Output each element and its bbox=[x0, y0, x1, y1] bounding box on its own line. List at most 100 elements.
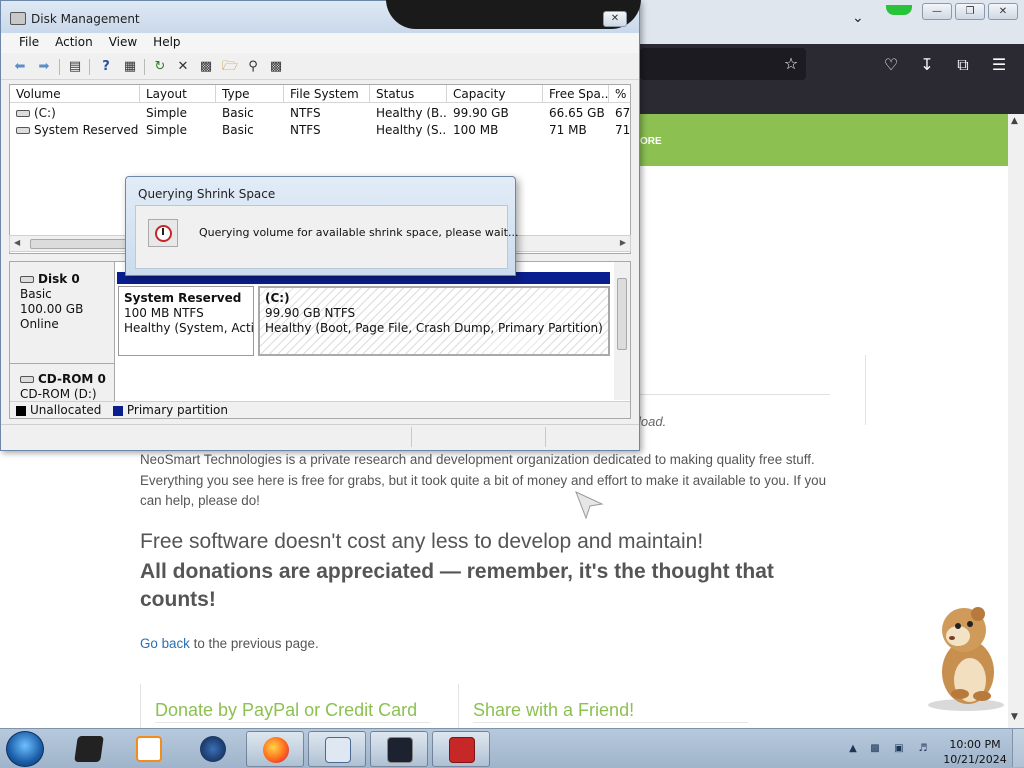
scroll-thumb[interactable] bbox=[30, 239, 140, 249]
cdrom-drive: CD-ROM (D:) bbox=[20, 387, 97, 401]
disk-management-icon bbox=[325, 737, 351, 763]
go-back-link[interactable]: Go back bbox=[140, 636, 190, 651]
partition-system-reserved[interactable]: System Reserved 100 MB NTFS Healthy (Sys… bbox=[118, 286, 254, 356]
settings-grid-icon[interactable]: ▩ bbox=[267, 58, 285, 76]
menu-bar: File Action View Help bbox=[1, 33, 639, 53]
disk-management-titlebar[interactable]: Disk Management ✕ bbox=[1, 0, 912, 33]
close-button[interactable]: ✕ bbox=[988, 3, 1018, 20]
minimize-button[interactable]: — bbox=[922, 3, 952, 20]
headline-secondary: All donations are appreciated — remember… bbox=[140, 560, 774, 611]
cell-percent-free: 71 bbox=[615, 123, 631, 137]
help-icon[interactable]: ? bbox=[97, 58, 115, 76]
disk-graphical-view: Disk 0 Basic 100.00 GB Online System Res… bbox=[9, 261, 631, 419]
taskbar-app-toolbox[interactable] bbox=[432, 731, 490, 767]
taskbar-app-terminal[interactable] bbox=[370, 731, 428, 767]
firefox-icon bbox=[263, 737, 289, 763]
column-header-status[interactable]: Status bbox=[370, 85, 447, 103]
column-header-capacity[interactable]: Capacity bbox=[447, 85, 543, 103]
menu-view[interactable]: View bbox=[101, 33, 145, 53]
cdrom-icon bbox=[20, 376, 34, 383]
toolbox-icon bbox=[449, 737, 475, 763]
disk-0-label[interactable]: Disk 0 Basic 100.00 GB Online bbox=[10, 262, 115, 364]
refresh-icon[interactable]: ↻ bbox=[151, 58, 169, 76]
properties-grid-icon[interactable]: ▦ bbox=[121, 58, 139, 76]
cell-free-space: 66.65 GB bbox=[549, 106, 605, 120]
cell-volume: (C:) bbox=[34, 106, 56, 120]
extensions-icon[interactable]: ⧉ bbox=[952, 54, 974, 76]
cell-free-space: 71 MB bbox=[549, 123, 587, 137]
column-header-file-system[interactable]: File System bbox=[284, 85, 370, 103]
show-hidden-icons-icon[interactable]: ▲ bbox=[846, 743, 860, 755]
cdrom-0-label[interactable]: CD-ROM 0 CD-ROM (D:) bbox=[10, 364, 115, 401]
start-button[interactable] bbox=[6, 731, 44, 767]
cell-capacity: 99.90 GB bbox=[453, 106, 509, 120]
drive-icon bbox=[74, 736, 104, 762]
menu-file[interactable]: File bbox=[11, 33, 47, 53]
forward-arrow-icon[interactable]: ➡ bbox=[35, 58, 53, 76]
scroll-up-icon[interactable]: ▲ bbox=[1011, 116, 1018, 126]
scroll-left-icon[interactable]: ◀ bbox=[14, 238, 20, 247]
taskbar: ▲ ▩ ▣ ♬ 10:00 PM 10/21/2024 bbox=[0, 728, 1024, 768]
url-bar[interactable]: ☆ bbox=[640, 48, 806, 80]
close-button[interactable]: ✕ bbox=[603, 11, 627, 27]
disk-0-name: Disk 0 bbox=[38, 272, 80, 286]
network-icon[interactable]: ▩ bbox=[868, 743, 882, 755]
cell-layout: Simple bbox=[146, 106, 187, 120]
legend-swatch-unallocated bbox=[16, 405, 26, 416]
search-icon[interactable]: ⚲ bbox=[244, 58, 262, 76]
display-icon[interactable]: ▣ bbox=[892, 743, 906, 755]
restore-button[interactable]: ❐ bbox=[955, 3, 985, 20]
bookmark-star-icon[interactable]: ☆ bbox=[780, 53, 802, 75]
taskbar-app-explorer[interactable] bbox=[60, 731, 118, 767]
delete-icon[interactable]: ✕ bbox=[174, 58, 192, 76]
cell-status: Healthy (S... bbox=[376, 123, 447, 137]
cell-file-system: NTFS bbox=[290, 123, 321, 137]
column-header-layout[interactable]: Layout bbox=[140, 85, 216, 103]
disk-view-vscrollbar[interactable] bbox=[614, 262, 630, 400]
table-row[interactable]: System Reserved Simple Basic NTFS Health… bbox=[10, 122, 631, 139]
donate-paypal-heading[interactable]: Donate by PayPal or Credit Card bbox=[155, 700, 417, 721]
scroll-down-icon[interactable]: ▼ bbox=[1011, 712, 1018, 722]
system-tray: ▲ ▩ ▣ ♬ 10:00 PM 10/21/2024 bbox=[842, 733, 1022, 767]
table-row[interactable]: (C:) Simple Basic NTFS Healthy (B... 99.… bbox=[10, 105, 630, 122]
cell-type: Basic bbox=[222, 106, 254, 120]
open-folder-icon[interactable]: 🗁 bbox=[221, 58, 239, 76]
menu-action[interactable]: Action bbox=[47, 33, 101, 53]
column-header-type[interactable]: Type bbox=[216, 85, 284, 103]
back-arrow-icon[interactable]: ⬅ bbox=[11, 58, 29, 76]
scroll-right-icon[interactable]: ▶ bbox=[620, 238, 626, 247]
donate-paypal-box[interactable]: Donate by PayPal or Credit Card bbox=[140, 684, 445, 728]
taskbar-app-browser[interactable] bbox=[184, 731, 242, 767]
column-header-free-space[interactable]: Free Spa... bbox=[543, 85, 609, 103]
menu-help[interactable]: Help bbox=[145, 33, 188, 53]
taskbar-app-media-player[interactable] bbox=[120, 731, 178, 767]
pocket-icon[interactable]: ♡ bbox=[880, 54, 902, 76]
scroll-thumb[interactable] bbox=[617, 278, 627, 350]
share-friend-heading[interactable]: Share with a Friend! bbox=[473, 700, 634, 721]
dialog-message: Querying volume for available shrink spa… bbox=[199, 226, 519, 239]
column-header-volume[interactable]: Volume bbox=[10, 85, 140, 103]
disk-management-app-icon bbox=[10, 12, 26, 25]
page-scrollbar[interactable]: ▲ ▼ bbox=[1008, 114, 1024, 728]
volume-icon[interactable]: ♬ bbox=[916, 743, 930, 755]
clock[interactable]: 10:00 PM 10/21/2024 bbox=[942, 737, 1008, 767]
clock-icon bbox=[148, 219, 178, 247]
volume-drive-icon bbox=[16, 110, 30, 117]
downloads-icon[interactable]: ↧ bbox=[916, 54, 938, 76]
column-header-percent-free[interactable]: % F bbox=[609, 85, 630, 103]
taskbar-app-disk-management[interactable] bbox=[308, 731, 366, 767]
show-hide-tree-icon[interactable]: ▤ bbox=[66, 58, 84, 76]
sidebar-divider bbox=[865, 355, 866, 425]
list-all-tabs-icon[interactable]: ⌄ bbox=[852, 10, 864, 26]
partition-c[interactable]: (C:) 99.90 GB NTFS Healthy (Boot, Page F… bbox=[258, 286, 610, 356]
show-desktop-button[interactable] bbox=[1012, 729, 1024, 767]
share-friend-box[interactable]: Share with a Friend! bbox=[458, 684, 763, 728]
taskbar-app-firefox[interactable] bbox=[246, 731, 304, 767]
properties-icon[interactable]: ▩ bbox=[197, 58, 215, 76]
clock-time: 10:00 PM bbox=[949, 738, 1001, 751]
go-back-line: Go back to the previous page. bbox=[140, 636, 319, 651]
site-nav-item[interactable]: ORE bbox=[640, 136, 662, 147]
menu-icon[interactable]: ☰ bbox=[988, 54, 1010, 76]
querying-shrink-space-dialog: Querying Shrink Space Querying volume fo… bbox=[125, 176, 519, 276]
cell-layout: Simple bbox=[146, 123, 187, 137]
